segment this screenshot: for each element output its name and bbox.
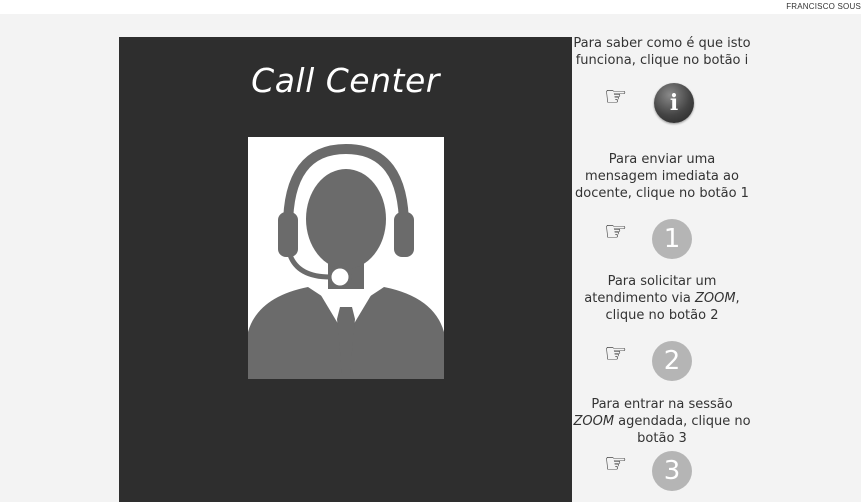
call-center-panel: Call Center xyxy=(119,37,572,502)
photo-credit: FRANCISCO SOUS xyxy=(786,2,861,11)
pointing-hand-icon: ☞ xyxy=(604,339,628,369)
button-1[interactable]: 1 xyxy=(652,219,692,259)
number-one-icon: 1 xyxy=(663,224,681,254)
instructions-column: Para saber como é que isto funciona, cli… xyxy=(572,14,752,502)
instruction-info: Para saber como é que isto funciona, cli… xyxy=(573,36,751,68)
info-icon: i xyxy=(669,90,679,116)
info-button[interactable]: i xyxy=(654,83,694,123)
pointing-hand-icon: ☞ xyxy=(604,82,628,112)
button-3[interactable]: 3 xyxy=(652,451,692,491)
instruction-zoom-request: Para solicitar um atendimento via ZOOM, … xyxy=(584,274,740,323)
pointing-hand-icon: ☞ xyxy=(604,217,628,247)
top-strip: FRANCISCO SOUS xyxy=(0,0,861,14)
headset-agent-icon xyxy=(248,137,444,379)
pointing-hand-icon: ☞ xyxy=(604,449,628,479)
number-three-icon: 3 xyxy=(663,456,681,486)
number-two-icon: 2 xyxy=(663,346,681,376)
button-2[interactable]: 2 xyxy=(652,341,692,381)
panel-title: Call Center xyxy=(251,61,440,100)
instruction-zoom-session: Para entrar na sessão ZOOM agendada, cli… xyxy=(573,397,751,446)
instruction-message: Para enviar uma mensagem imediata ao doc… xyxy=(575,152,749,201)
